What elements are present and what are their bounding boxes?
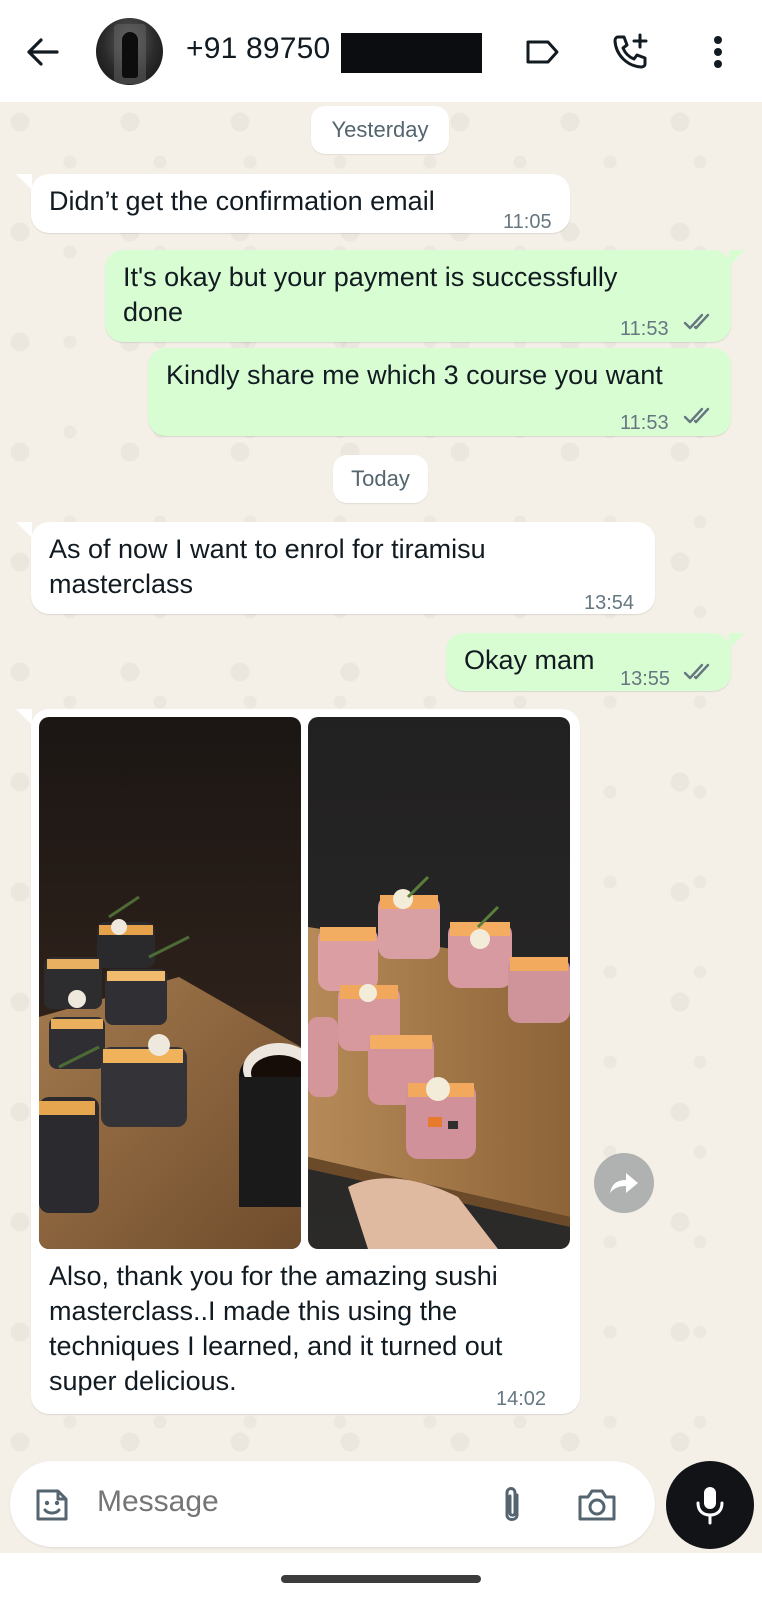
message-bubble-incoming[interactable]: Didn’t get the confirmation email 11:05 — [31, 174, 570, 233]
bubble-tail — [16, 709, 32, 725]
home-gesture-handle[interactable] — [281, 1575, 481, 1583]
double-check-icon — [683, 663, 710, 680]
date-separator: Yesterday — [311, 106, 449, 154]
double-check-icon — [683, 407, 710, 424]
date-separator: Today — [333, 455, 428, 503]
sushi-photo-1[interactable] — [39, 717, 301, 1249]
sushi-photo-2[interactable] — [308, 717, 570, 1249]
chat-header: +91 89750 — [0, 0, 762, 102]
message-bubble-outgoing[interactable]: It's okay but your payment is successful… — [105, 250, 731, 342]
contact-name[interactable]: +91 89750 — [186, 32, 330, 66]
bubble-tail — [729, 250, 745, 266]
message-text: Okay mam — [464, 645, 595, 675]
message-text: Kindly share me which 3 course you want — [166, 360, 663, 390]
forward-button[interactable] — [594, 1153, 654, 1213]
label-icon[interactable] — [520, 30, 564, 74]
message-time: 13:54 — [584, 592, 635, 614]
message-time: 11:05 — [503, 211, 552, 233]
camera-icon[interactable] — [576, 1485, 618, 1525]
microphone-icon — [696, 1487, 724, 1525]
add-call-icon[interactable] — [608, 30, 652, 74]
message-text: As of now I want to enrol for tiramisu m… — [49, 534, 486, 599]
message-text: Also, thank you for the amazing sushi ma… — [49, 1261, 503, 1396]
back-arrow-icon[interactable] — [22, 32, 62, 72]
redaction-box — [341, 33, 482, 73]
message-time: 11:53 — [620, 318, 669, 340]
attach-icon[interactable] — [495, 1483, 529, 1527]
message-text: It's okay but your payment is successful… — [123, 262, 618, 327]
media-message-bubble[interactable]: Also, thank you for the amazing sushi ma… — [31, 709, 580, 1414]
message-bubble-outgoing[interactable]: Okay mam 13:55 — [446, 633, 731, 691]
message-time: 14:02 — [496, 1388, 547, 1410]
bubble-tail — [729, 633, 745, 649]
forward-icon — [610, 1173, 638, 1193]
voice-message-button[interactable] — [666, 1461, 754, 1549]
message-composer[interactable] — [10, 1461, 655, 1547]
message-time: 11:53 — [620, 412, 669, 434]
message-bubble-outgoing[interactable]: Kindly share me which 3 course you want … — [148, 348, 731, 436]
chat-area[interactable]: Yesterday Didn’t get the confirmation em… — [0, 102, 762, 1461]
contact-avatar[interactable] — [96, 18, 163, 85]
message-input[interactable] — [97, 1485, 477, 1519]
double-check-icon — [683, 313, 710, 330]
message-bubble-incoming[interactable]: As of now I want to enrol for tiramisu m… — [31, 522, 655, 614]
bubble-tail — [16, 174, 32, 190]
bubble-tail — [16, 522, 32, 538]
more-vertical-icon[interactable] — [696, 30, 740, 74]
message-text: Didn’t get the confirmation email — [49, 186, 435, 216]
sticker-icon[interactable] — [32, 1485, 72, 1525]
message-time: 13:55 — [620, 668, 671, 690]
